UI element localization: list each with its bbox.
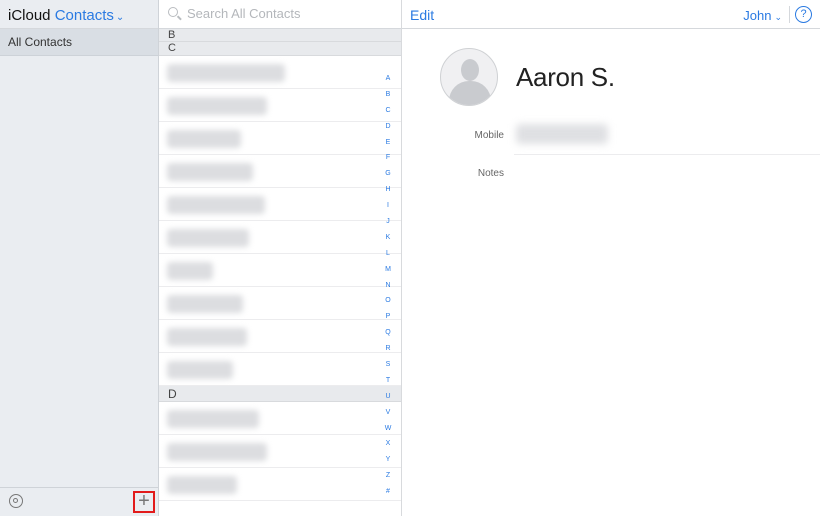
group-all-contacts[interactable]: All Contacts	[0, 29, 158, 56]
list-item[interactable]	[159, 254, 401, 287]
chevron-down-icon: ⌄	[774, 12, 782, 22]
groups-sidebar: iCloud Contacts ⌄ All Contacts +	[0, 0, 159, 516]
section-header-c: C	[159, 42, 401, 56]
index-letter[interactable]: X	[381, 436, 395, 452]
contact-detail: Edit John ⌄ ? Aaron S. Mobile Notes	[402, 0, 820, 516]
list-item[interactable]	[159, 435, 401, 468]
list-item[interactable]	[159, 122, 401, 155]
list-item[interactable]	[159, 56, 401, 89]
index-letter[interactable]: S	[381, 357, 395, 373]
detail-toolbar: Edit John ⌄ ?	[402, 0, 820, 29]
index-letter[interactable]: #	[381, 484, 395, 500]
index-letter[interactable]: E	[381, 135, 395, 151]
index-letter[interactable]: Y	[381, 452, 395, 468]
index-letter[interactable]: B	[381, 87, 395, 103]
index-letter[interactable]: W	[381, 421, 395, 437]
index-letter[interactable]: Q	[381, 325, 395, 341]
index-letter[interactable]: K	[381, 230, 395, 246]
contact-rows-d	[159, 402, 401, 501]
app-name: iCloud	[8, 7, 51, 24]
contact-rows-c	[159, 56, 401, 386]
index-letter[interactable]: F	[381, 150, 395, 166]
sidebar-footer: +	[0, 487, 158, 516]
index-letter[interactable]: I	[381, 198, 395, 214]
index-letter[interactable]: R	[381, 341, 395, 357]
app-header: iCloud Contacts ⌄	[0, 0, 158, 29]
list-item[interactable]	[159, 155, 401, 188]
list-item[interactable]	[159, 320, 401, 353]
index-letter[interactable]: T	[381, 373, 395, 389]
notes-label: Notes	[477, 168, 504, 179]
list-item[interactable]	[159, 89, 401, 122]
gear-icon[interactable]	[9, 494, 23, 508]
field-divider	[514, 154, 820, 155]
user-name: John	[743, 8, 772, 23]
list-item[interactable]	[159, 353, 401, 386]
index-letter[interactable]: A	[381, 71, 395, 87]
chevron-down-icon: ⌄	[115, 12, 125, 23]
search-bar	[159, 0, 401, 29]
index-letter[interactable]: N	[381, 278, 395, 294]
section-name: Contacts	[54, 7, 114, 24]
search-icon	[168, 7, 178, 17]
user-menu[interactable]: John ⌄	[743, 8, 782, 23]
toolbar-divider	[789, 6, 790, 23]
contact-list: B C D	[159, 0, 402, 516]
app-switcher[interactable]: Contacts ⌄	[55, 7, 125, 24]
index-letter[interactable]: M	[381, 262, 395, 278]
index-letter[interactable]: U	[381, 389, 395, 405]
search-input[interactable]	[185, 5, 389, 22]
index-letter[interactable]: J	[381, 214, 395, 230]
add-contact-button[interactable]: +	[133, 491, 155, 513]
mobile-value	[516, 124, 608, 144]
index-letter[interactable]: G	[381, 166, 395, 182]
section-header-b: B	[159, 29, 401, 42]
list-item[interactable]	[159, 188, 401, 221]
index-letter[interactable]: C	[381, 103, 395, 119]
edit-button[interactable]: Edit	[410, 7, 434, 23]
index-letter[interactable]: V	[381, 405, 395, 421]
contact-name: Aaron S.	[516, 62, 615, 92]
index-letter[interactable]: H	[381, 182, 395, 198]
person-silhouette-icon	[461, 59, 479, 81]
index-letter[interactable]: D	[381, 119, 395, 135]
help-icon[interactable]: ?	[795, 6, 812, 23]
index-letter[interactable]: Z	[381, 468, 395, 484]
section-header-d: D	[159, 386, 401, 402]
index-letter[interactable]: P	[381, 309, 395, 325]
index-letter[interactable]: L	[381, 246, 395, 262]
mobile-label: Mobile	[474, 130, 504, 141]
avatar	[440, 48, 498, 106]
list-item[interactable]	[159, 221, 401, 254]
list-item[interactable]	[159, 287, 401, 320]
alphabet-index: A B C D E F G H I J K L M N O P Q R S T U V W X Y Z #	[381, 71, 395, 500]
index-letter[interactable]: O	[381, 293, 395, 309]
list-item[interactable]	[159, 402, 401, 435]
list-item[interactable]	[159, 468, 401, 501]
